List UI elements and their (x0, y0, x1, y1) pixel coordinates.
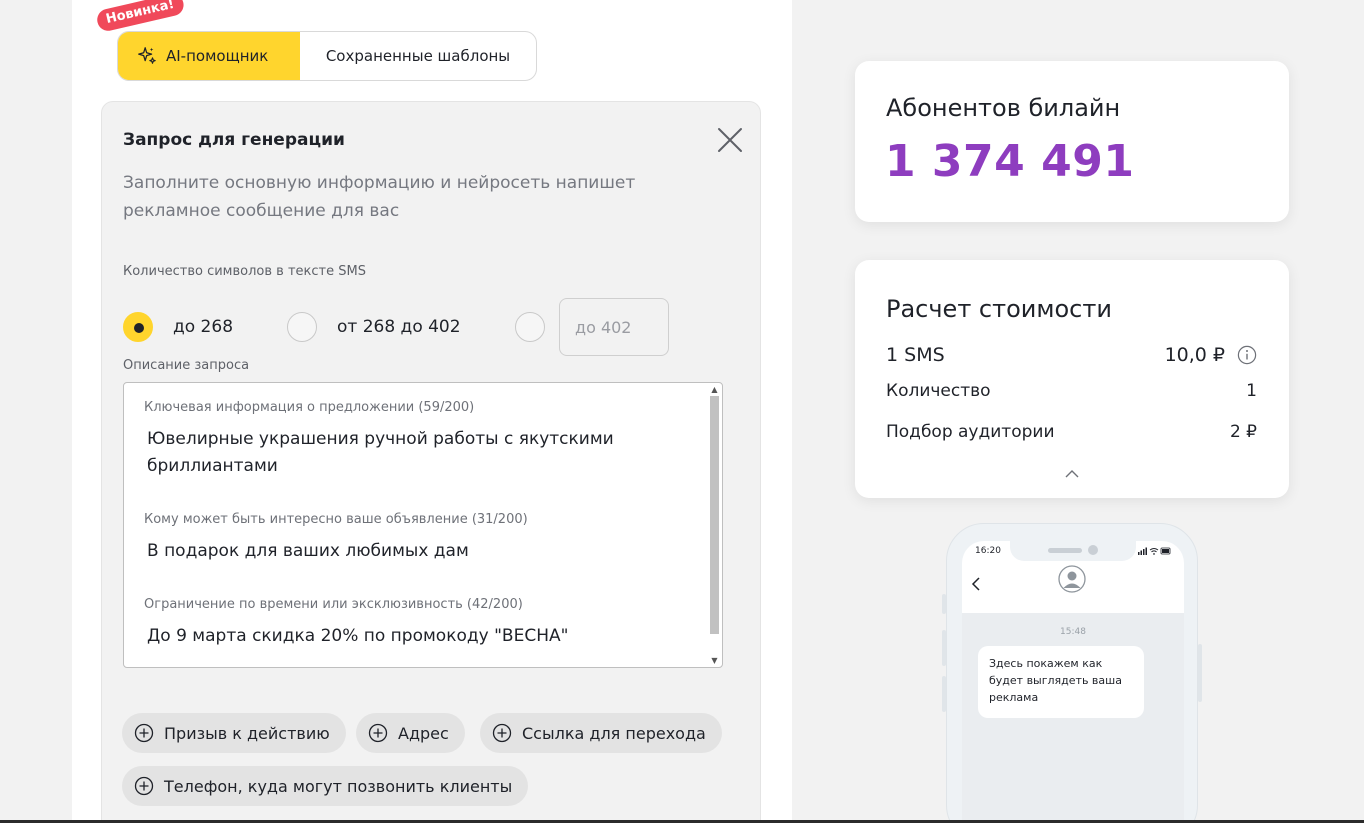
tab-ai-assistant[interactable]: AI-помощник (118, 32, 300, 80)
phone-side-button (942, 594, 946, 614)
radio-up-to-268-label: до 268 (173, 317, 234, 337)
tab-ai-label: AI-помощник (166, 47, 269, 65)
request-description-label: Описание запроса (123, 358, 250, 373)
phone-camera (1088, 545, 1098, 555)
generation-title: Запрос для генерации (123, 130, 345, 150)
chat-header: 16:20 (962, 541, 1184, 613)
sms-length-label: Количество символов в тексте SMS (123, 264, 366, 279)
scroll-down-arrow[interactable]: ▼ (710, 656, 719, 665)
tab-saved-label: Сохраненные шаблоны (325, 47, 511, 65)
quantity-label: Количество (886, 381, 991, 401)
cost-title: Расчет стоимости (886, 295, 1112, 323)
key-info-field[interactable]: Ювелирные украшения ручной работы с якут… (147, 426, 687, 480)
radio-custom[interactable] (515, 312, 545, 342)
radio-268-to-402-label: от 268 до 402 (337, 317, 461, 337)
subscribers-card: Абонентов билайн 1 374 491 (855, 61, 1289, 222)
radio-up-to-268[interactable] (123, 312, 153, 342)
sparkle-icon (138, 47, 156, 64)
plus-circle-icon (368, 723, 388, 743)
subscribers-count: 1 374 491 (885, 136, 1135, 187)
message-bubble: Здесь покажем как будет выглядеть ваша р… (978, 646, 1144, 718)
close-icon[interactable] (716, 126, 744, 154)
subscribers-title: Абонентов билайн (886, 94, 1121, 122)
cost-row-quantity: Количество 1 (886, 381, 1257, 401)
chevron-up-icon[interactable] (1065, 469, 1079, 479)
chip-address-label: Адрес (398, 723, 449, 743)
cost-row-sms: 1 SMS 10,0 ₽ (886, 344, 1257, 366)
chip-link-label: Ссылка для перехода (522, 723, 706, 743)
mode-tabs: AI-помощник Сохраненные шаблоны (117, 31, 537, 81)
audience-selection-value: 2 ₽ (1229, 422, 1257, 442)
plus-circle-icon (134, 723, 154, 743)
scrollbar-thumb[interactable] (710, 396, 719, 634)
status-bar-icons (1138, 547, 1171, 555)
quantity-value: 1 (1246, 381, 1257, 401)
sms-label: 1 SMS (886, 344, 945, 366)
phone-side-button (942, 630, 946, 666)
plus-circle-icon (134, 776, 154, 796)
sms-length-options: до 268 от 268 до 402 (123, 298, 743, 356)
request-fields-box: Ключевая информация о предложении (59/20… (123, 382, 723, 668)
cost-row-audience: Подбор аудитории 2 ₽ (886, 422, 1257, 442)
key-info-label: Ключевая информация о предложении (59/20… (144, 400, 475, 415)
time-limit-label: Ограничение по времени или эксклюзивност… (144, 597, 523, 612)
info-icon[interactable] (1237, 345, 1257, 365)
scroll-up-arrow[interactable]: ▲ (710, 385, 719, 394)
audience-field[interactable]: В подарок для ваших любимых дам (147, 538, 687, 565)
chip-address[interactable]: Адрес (356, 713, 465, 753)
phone-preview: 16:20 15:48 Здесь покажем как будет выгл… (942, 523, 1202, 823)
phone-side-button (1198, 644, 1202, 702)
back-chevron-icon[interactable] (971, 577, 981, 591)
chip-call-to-action-label: Призыв к действию (164, 723, 330, 743)
tab-saved-templates[interactable]: Сохраненные шаблоны (300, 32, 536, 80)
avatar-icon (1058, 565, 1086, 593)
custom-length-input[interactable] (559, 298, 669, 356)
phone-speaker (1048, 548, 1082, 553)
status-time: 16:20 (975, 546, 1001, 556)
radio-268-to-402[interactable] (287, 312, 317, 342)
generation-description: Заполните основную информацию и нейросет… (123, 173, 636, 221)
chip-call-to-action[interactable]: Призыв к действию (122, 713, 346, 753)
left-margin (0, 0, 72, 823)
phone-screen: 16:20 15:48 Здесь покажем как будет выгл… (962, 541, 1184, 823)
chip-phone-label: Телефон, куда могут позвонить клиенты (164, 776, 513, 796)
time-limit-field[interactable]: До 9 марта скидка 20% по промокоду "ВЕСН… (147, 623, 687, 650)
phone-side-button (942, 676, 946, 712)
cost-card: Расчет стоимости 1 SMS 10,0 ₽ Количество… (855, 260, 1289, 498)
chip-link[interactable]: Ссылка для перехода (480, 713, 722, 753)
audience-selection-label: Подбор аудитории (886, 422, 1055, 442)
audience-label: Кому может быть интересно ваше объявлени… (144, 512, 528, 527)
message-time: 15:48 (1060, 627, 1086, 637)
sms-price: 10,0 ₽ (1164, 344, 1225, 366)
plus-circle-icon (492, 723, 512, 743)
chip-phone[interactable]: Телефон, куда могут позвонить клиенты (122, 766, 529, 806)
phone-notch (1010, 541, 1136, 561)
